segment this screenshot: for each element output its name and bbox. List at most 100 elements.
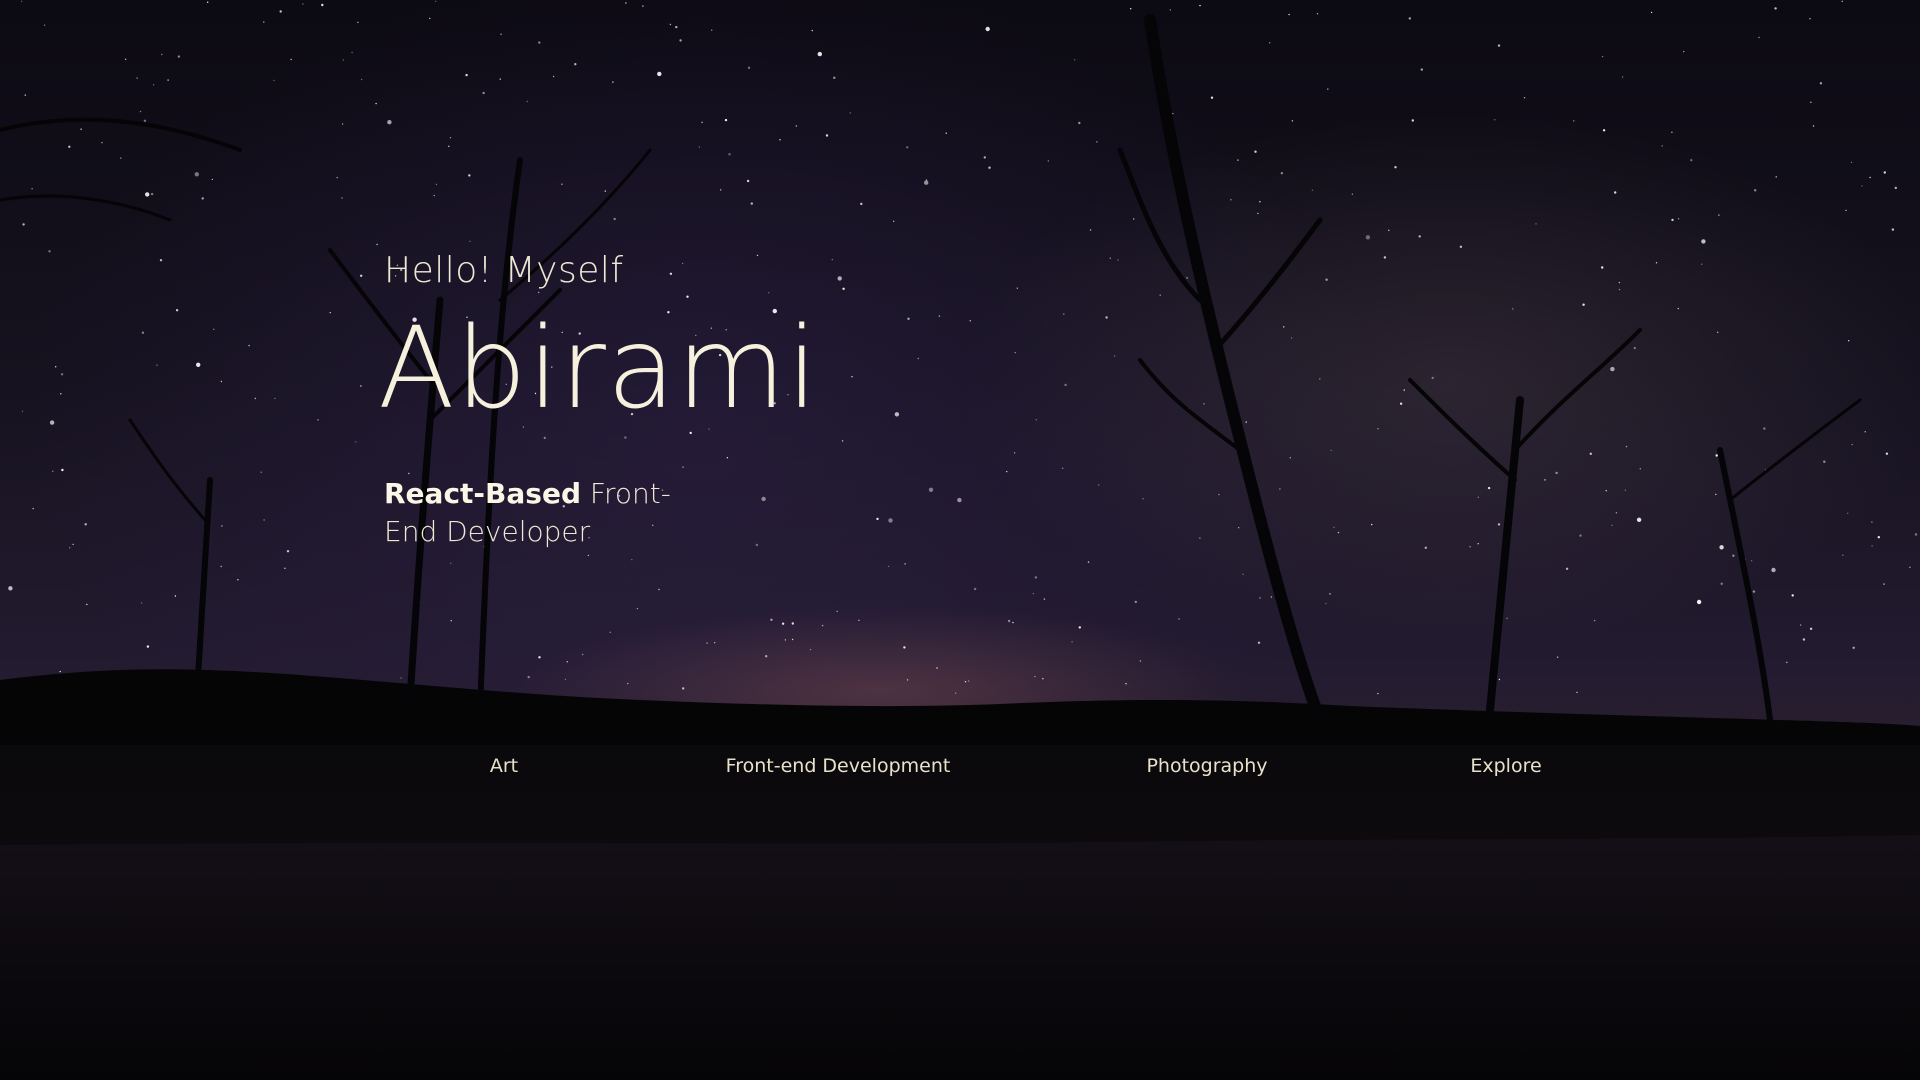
star (1064, 383, 1067, 387)
star (1810, 101, 1812, 104)
star (80, 128, 82, 130)
star (1394, 166, 1397, 169)
star (317, 419, 319, 421)
star (924, 180, 929, 185)
star (1802, 638, 1806, 641)
star (1238, 527, 1240, 529)
star (538, 656, 541, 659)
star (1809, 627, 1813, 630)
star (1089, 229, 1092, 231)
star (1032, 592, 1035, 595)
star (1218, 493, 1220, 496)
star (1006, 470, 1008, 473)
star (290, 58, 292, 61)
star (1043, 598, 1046, 600)
star (400, 677, 402, 679)
star (1871, 545, 1873, 547)
star (1624, 489, 1627, 491)
star (1034, 576, 1038, 579)
star (351, 51, 353, 54)
star (1655, 262, 1658, 264)
star (675, 25, 678, 29)
star (679, 39, 682, 42)
star (220, 380, 223, 383)
star (791, 638, 794, 641)
star (1289, 457, 1292, 459)
star (625, 2, 627, 4)
star (1133, 218, 1135, 220)
star (1199, 4, 1201, 7)
star (1257, 641, 1261, 644)
star (1130, 8, 1132, 10)
star (263, 519, 265, 521)
star (69, 547, 71, 549)
star (682, 687, 685, 690)
star (831, 258, 833, 261)
star (906, 679, 909, 681)
star (1701, 263, 1703, 265)
star (1013, 452, 1016, 454)
star (1791, 594, 1794, 597)
star (906, 146, 909, 149)
star (1078, 121, 1081, 125)
star (68, 145, 71, 148)
star (1071, 641, 1073, 643)
star (329, 311, 331, 314)
star (1034, 675, 1036, 678)
star (136, 77, 138, 79)
star (720, 189, 722, 191)
star (274, 397, 276, 400)
star (1007, 619, 1011, 623)
star (1497, 44, 1501, 47)
star (1074, 59, 1076, 61)
star (526, 100, 528, 103)
nav-link-explore[interactable]: Explore (1470, 755, 1541, 777)
star (1377, 428, 1379, 430)
star (1605, 490, 1607, 492)
star (254, 397, 256, 400)
star (851, 376, 853, 378)
nav-link-front-end-development[interactable]: Front-end Development (726, 755, 951, 777)
star (433, 194, 435, 197)
star (43, 24, 46, 26)
star (143, 119, 147, 123)
star (1109, 257, 1112, 259)
star (429, 17, 431, 20)
star (84, 523, 87, 526)
star (658, 588, 660, 591)
star (140, 602, 143, 604)
star (1098, 484, 1100, 486)
star (177, 55, 181, 58)
star (1105, 316, 1108, 319)
star (811, 29, 813, 32)
star (1774, 7, 1777, 10)
star (1125, 683, 1127, 685)
star (1842, 554, 1844, 556)
star (1823, 460, 1826, 463)
star (581, 653, 584, 656)
star (527, 675, 530, 679)
nav-link-photography[interactable]: Photography (1146, 755, 1267, 777)
star (1288, 13, 1290, 16)
star (781, 622, 785, 625)
star (1677, 307, 1680, 310)
star (1717, 331, 1719, 333)
star (174, 595, 177, 597)
star (842, 287, 845, 290)
nav-link-art[interactable]: Art (490, 755, 518, 777)
star (1869, 176, 1871, 179)
star (1720, 582, 1723, 585)
star (1615, 512, 1618, 514)
star (887, 565, 890, 568)
star (604, 190, 606, 192)
star (449, 137, 452, 139)
star (72, 543, 74, 546)
star (1383, 256, 1387, 259)
star (341, 123, 344, 125)
star (1877, 536, 1881, 539)
star (1601, 266, 1604, 269)
star (1242, 573, 1244, 575)
star (1237, 159, 1239, 161)
star (360, 385, 362, 387)
star (469, 240, 471, 243)
